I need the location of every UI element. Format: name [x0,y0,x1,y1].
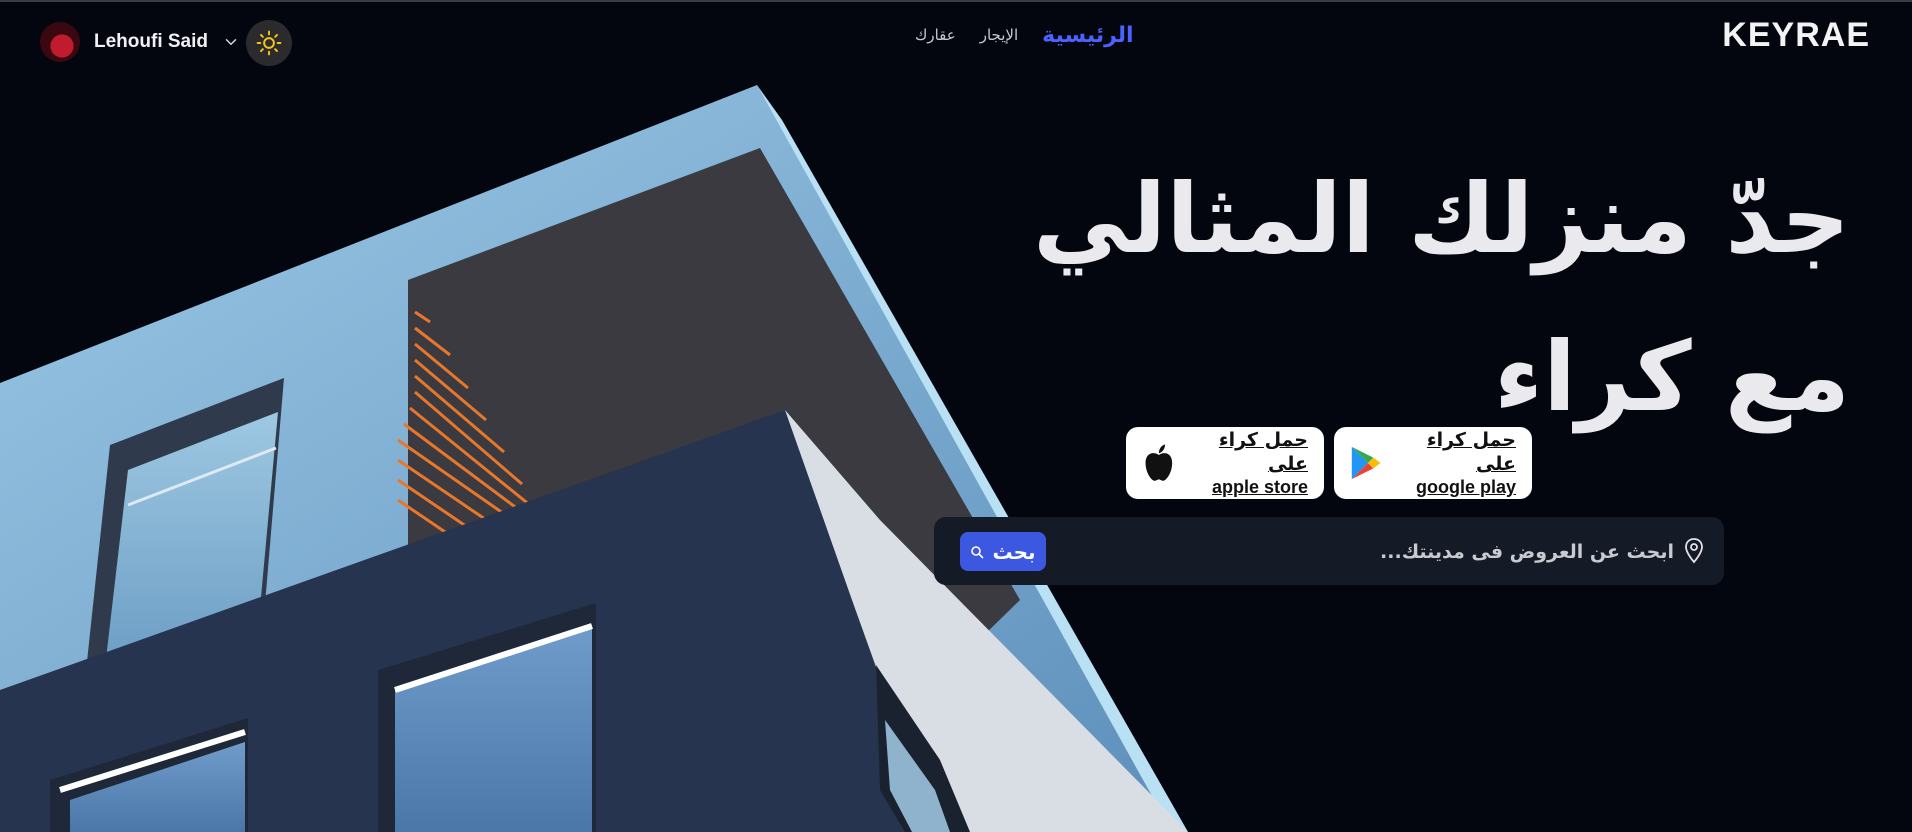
google-play-icon [1351,446,1381,480]
chevron-down-icon[interactable] [222,33,240,51]
location-pin-icon [1685,538,1703,564]
user-avatar[interactable] [40,22,80,62]
hero-headline-line1: جدّ منزلك المثالي [1033,163,1850,275]
site-logo[interactable]: KEYRAE [1722,16,1870,55]
search-icon [971,545,984,558]
google-play-text: حمل كراء على google play [1394,428,1516,498]
google-play-button[interactable]: حمل كراء على google play [1334,427,1532,499]
hero-headline: جدّ منزلك المثالي مع كراء [1033,140,1850,456]
search-button-label: بحث [992,539,1036,564]
apple-store-line1: حمل كراء على [1218,429,1308,475]
google-play-line2: google play [1415,477,1516,497]
apple-store-text: حمل كراء على apple store [1188,428,1308,498]
search-bar: بحث [934,517,1724,585]
apple-store-line2: apple store [1211,477,1308,497]
nav-item-rent[interactable]: الإيجار [980,26,1018,44]
search-button[interactable]: بحث [960,532,1046,571]
user-menu[interactable]: Lehoufi Said [40,22,240,62]
sun-icon [256,30,282,56]
apple-store-button[interactable]: حمل كراء على apple store [1126,427,1324,499]
search-input[interactable] [1112,531,1676,573]
theme-toggle-button[interactable] [246,20,292,66]
nav-item-home[interactable]: الرئيسية [1042,23,1133,48]
user-name[interactable]: Lehoufi Said [94,31,208,53]
apple-icon [1145,444,1173,481]
hero-headline-line2: مع كراء [1494,321,1850,433]
main-nav: عقارك الإيجار الرئيسية [915,18,1134,52]
nav-item-property[interactable]: عقارك [915,26,956,44]
google-play-line1: حمل كراء على [1426,429,1516,475]
